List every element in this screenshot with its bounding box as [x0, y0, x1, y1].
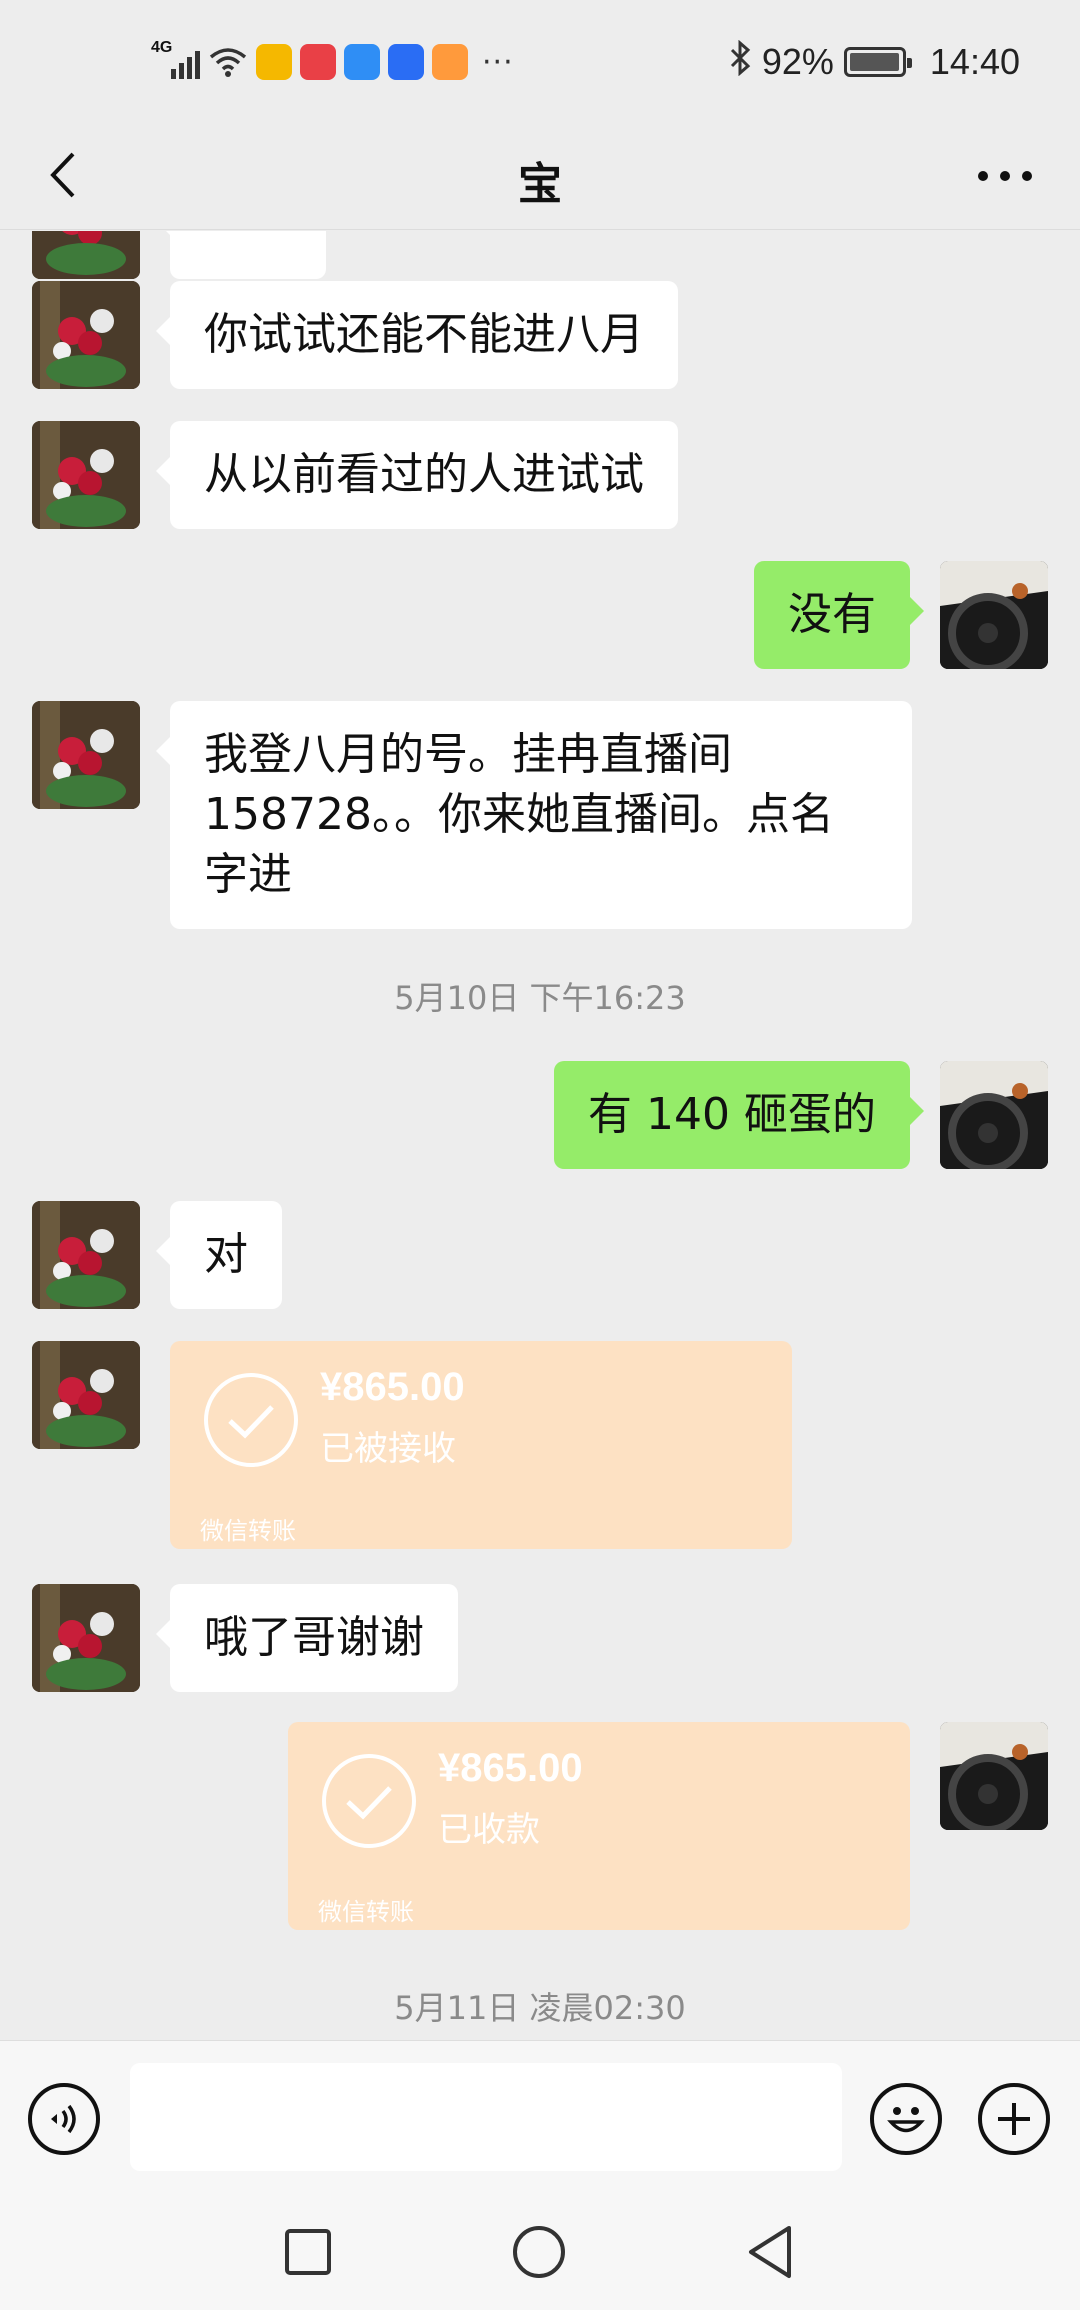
wifi-icon — [208, 45, 248, 79]
clock: 14:40 — [929, 41, 1020, 82]
more-icon — [978, 171, 1032, 181]
my-avatar[interactable] — [940, 561, 1048, 669]
input-bar — [0, 2040, 1080, 2190]
cloud-icon — [344, 44, 380, 80]
square-icon — [285, 2229, 331, 2275]
message-text: 有 140 砸蛋的 — [588, 1089, 876, 1140]
back-nav-button[interactable] — [740, 2222, 800, 2282]
recents-button[interactable] — [278, 2222, 338, 2282]
chat-title: 宝 — [518, 159, 562, 210]
message-text: 你试试还能不能进八月 — [204, 309, 644, 360]
check-icon — [204, 1373, 298, 1467]
circle-icon — [513, 2226, 565, 2278]
contact-avatar[interactable] — [32, 1201, 140, 1309]
message-bubble[interactable] — [156, 231, 326, 279]
more-button[interactable] — [970, 146, 1040, 206]
message-line: 158728。。你来她直播间。点名 — [204, 789, 834, 840]
voice-icon — [51, 2104, 76, 2134]
my-avatar[interactable] — [940, 1061, 1048, 1169]
contact-avatar[interactable] — [32, 231, 140, 279]
taobao-icon — [432, 44, 468, 80]
weibo-icon — [256, 44, 292, 80]
chat-header: 宝 — [0, 120, 1080, 230]
timestamp: 5月10日 下午16:23 — [394, 979, 686, 1017]
transfer-label: 微信转账 — [200, 1517, 296, 1545]
message-line: 我登八月的号。挂冉直播间 — [204, 729, 732, 780]
status-bar: 4G ··· 92% 14:40 — [0, 0, 1080, 120]
message-bubble[interactable]: 你试试还能不能进八月 — [156, 281, 678, 389]
more-notifications: ··· — [482, 44, 514, 80]
transfer-amount: ¥865.00 — [320, 1365, 465, 1409]
message-text: 从以前看过的人进试试 — [204, 449, 644, 500]
emoji-button[interactable] — [870, 2083, 942, 2155]
contact-avatar[interactable] — [32, 421, 140, 529]
message-bubble[interactable]: 从以前看过的人进试试 — [156, 421, 678, 529]
my-avatar[interactable] — [940, 1722, 1048, 1830]
contact-avatar[interactable] — [32, 1584, 140, 1692]
plus-button[interactable] — [978, 2083, 1050, 2155]
red-app-icon — [300, 44, 336, 80]
voice-button[interactable] — [28, 2083, 100, 2155]
plus-icon — [998, 2103, 1030, 2135]
message-input[interactable] — [130, 2063, 842, 2171]
my-message-bubble[interactable]: 没有 — [754, 561, 924, 669]
triangle-back-icon — [749, 2226, 791, 2278]
home-button[interactable] — [509, 2222, 569, 2282]
timestamp: 5月11日 凌晨02:30 — [394, 1989, 686, 2027]
message-bubble[interactable]: 哦了哥谢谢 — [156, 1584, 458, 1692]
network-type: 4G — [151, 39, 173, 56]
transfer-amount: ¥865.00 — [438, 1746, 583, 1790]
contact-avatar[interactable] — [32, 281, 140, 389]
message-bubble[interactable]: 对 — [156, 1201, 282, 1309]
transfer-status: 已被接收 — [320, 1429, 456, 1469]
status-right: 92% 14:40 — [728, 38, 1020, 86]
transfer-card[interactable]: ¥865.00 已被接收 微信转账 — [170, 1341, 792, 1549]
transfer-label: 微信转账 — [318, 1898, 414, 1926]
signal-icon: 4G — [151, 39, 200, 79]
check-icon — [322, 1754, 416, 1848]
transfer-card[interactable]: ¥865.00 已收款 微信转账 — [288, 1722, 910, 1930]
status-left: 4G ··· — [151, 38, 514, 86]
message-bubble[interactable]: 我登八月的号。挂冉直播间 158728。。你来她直播间。点名 字进 — [156, 701, 912, 929]
message-line: 字进 — [204, 849, 292, 900]
battery-icon — [843, 47, 912, 77]
message-text: 没有 — [788, 589, 876, 640]
battery-percent: 92% — [761, 41, 834, 82]
system-navigation — [0, 2190, 1080, 2310]
transfer-status: 已收款 — [438, 1810, 540, 1850]
emoji-icon — [887, 2107, 925, 2133]
message-text: 哦了哥谢谢 — [204, 1612, 424, 1663]
bluetooth-icon — [728, 39, 752, 85]
bulb-icon — [388, 44, 424, 80]
message-text: 对 — [204, 1229, 248, 1280]
chat-area[interactable]: 你试试还能不能进八月 从以前看过的人进试试 没有 我登八月的号。挂冉直播间 15… — [0, 231, 1080, 2039]
contact-avatar[interactable] — [32, 1341, 140, 1449]
my-message-bubble[interactable]: 有 140 砸蛋的 — [554, 1061, 924, 1169]
contact-avatar[interactable] — [32, 701, 140, 809]
